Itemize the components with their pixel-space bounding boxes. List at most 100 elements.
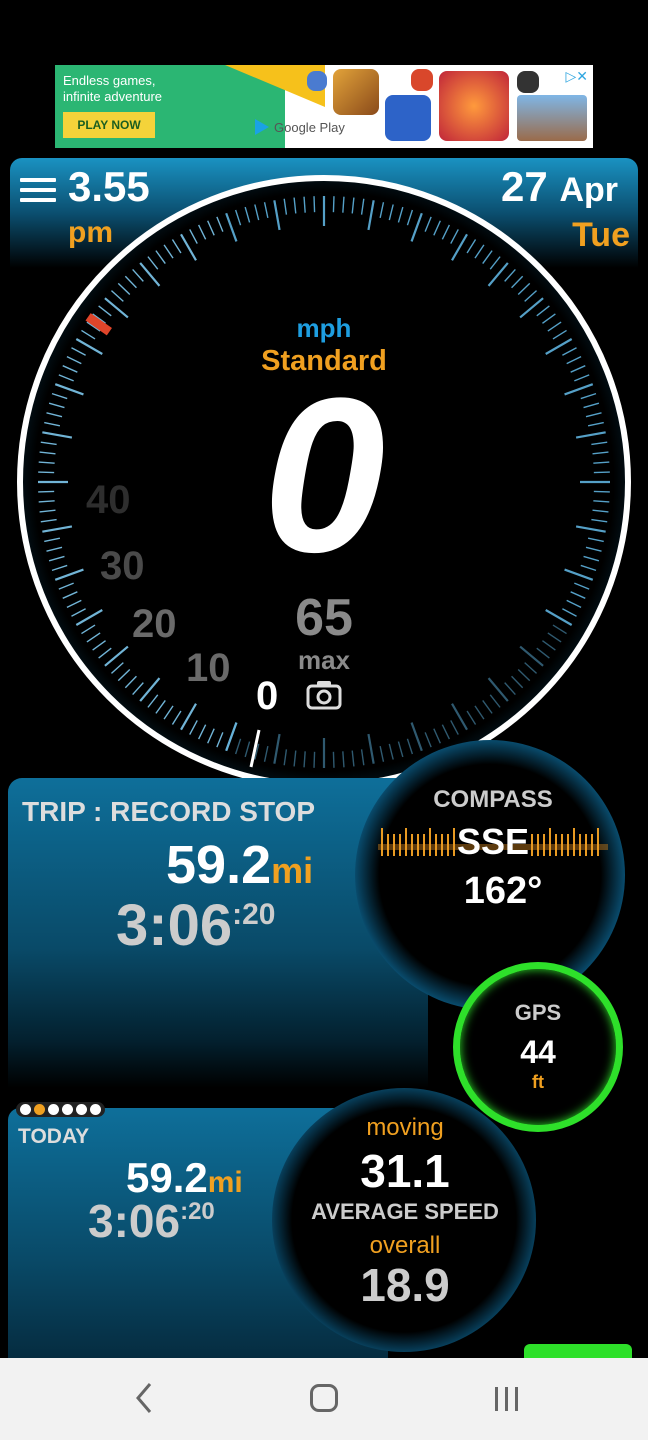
google-play-label: Google Play bbox=[274, 119, 345, 135]
clock-ampm: pm bbox=[68, 216, 113, 249]
date-weekday: Tue bbox=[572, 216, 630, 254]
gps-unit: ft bbox=[532, 1072, 544, 1092]
menu-icon[interactable] bbox=[20, 178, 56, 204]
speed-unit[interactable]: mph bbox=[0, 313, 648, 344]
speed-tick bbox=[216, 216, 224, 232]
speed-tick bbox=[132, 682, 144, 696]
google-play-badge: Google Play bbox=[255, 119, 345, 135]
speed-tick bbox=[189, 229, 198, 244]
app-icon-pokemon bbox=[385, 95, 431, 141]
date-day: 27 bbox=[501, 163, 548, 210]
speed-tick bbox=[482, 250, 493, 264]
scale-label-40: 40 bbox=[86, 478, 131, 522]
today-time: 3:06:20 bbox=[88, 1194, 215, 1248]
speed-tick bbox=[171, 710, 182, 725]
speed-tick bbox=[332, 751, 335, 768]
speed-tick bbox=[504, 682, 516, 696]
speed-tick bbox=[117, 282, 131, 295]
speed-tick bbox=[273, 200, 281, 231]
app-icon-roblox bbox=[517, 95, 587, 141]
speed-tick bbox=[474, 705, 485, 720]
speed-tick bbox=[263, 745, 269, 762]
speed-tick bbox=[244, 206, 251, 223]
speed-tick bbox=[351, 750, 355, 767]
max-speed-label: max bbox=[297, 645, 351, 675]
scale-label-0: 0 bbox=[256, 674, 279, 718]
speed-tick bbox=[155, 250, 166, 264]
speed-tick bbox=[132, 268, 144, 282]
speed-tick bbox=[433, 220, 441, 236]
scale-label-20: 20 bbox=[132, 602, 177, 646]
speed-tick bbox=[124, 275, 137, 289]
overall-average-value: 18.9 bbox=[360, 1259, 450, 1311]
speed-tick bbox=[511, 275, 524, 289]
app-icon-clash bbox=[333, 69, 379, 115]
trip-time-main: 3:06 bbox=[116, 893, 233, 958]
speed-tick bbox=[234, 738, 242, 755]
recent-apps-icon[interactable] bbox=[492, 1385, 522, 1413]
page-dot[interactable] bbox=[34, 1104, 45, 1115]
speed-tick bbox=[225, 212, 238, 242]
trip-label[interactable]: TRIP : RECORD STOP bbox=[22, 796, 315, 828]
speed-tick bbox=[293, 197, 297, 214]
home-icon[interactable] bbox=[310, 1384, 338, 1412]
speed-tick bbox=[410, 212, 423, 242]
speed-tick bbox=[189, 720, 198, 735]
page-dot[interactable] bbox=[48, 1104, 59, 1115]
speed-tick bbox=[406, 738, 414, 755]
speed-tick bbox=[342, 751, 345, 768]
speed-tick bbox=[263, 202, 269, 219]
speed-tick bbox=[388, 743, 394, 760]
trip-distance-value: 59.2 bbox=[166, 835, 272, 895]
speed-tick bbox=[524, 290, 538, 302]
overall-label: overall bbox=[369, 1232, 441, 1259]
gps-value: 44 bbox=[520, 1034, 556, 1070]
speed-tick bbox=[489, 694, 501, 708]
speed-tick bbox=[147, 694, 159, 708]
scale-label-10: 10 bbox=[186, 646, 231, 690]
speed-tick bbox=[171, 239, 182, 254]
speed-tick bbox=[388, 204, 394, 221]
app-icon-small-1 bbox=[307, 71, 327, 91]
speed-tick bbox=[163, 244, 174, 259]
today-time-seconds: :20 bbox=[180, 1198, 215, 1225]
speed-tick bbox=[303, 196, 306, 213]
speed-tick bbox=[234, 209, 242, 226]
speed-tick bbox=[367, 733, 375, 764]
camera-icon[interactable] bbox=[306, 678, 342, 710]
speed-tick bbox=[424, 732, 432, 748]
speed-tick bbox=[254, 204, 260, 221]
speed-tick bbox=[441, 724, 451, 740]
page-dot[interactable] bbox=[90, 1104, 101, 1115]
speed-tick bbox=[487, 262, 509, 287]
speed-tick bbox=[397, 206, 404, 223]
clock-time: 3.55 bbox=[68, 163, 150, 210]
speed-tick bbox=[474, 244, 485, 259]
page-dot[interactable] bbox=[20, 1104, 31, 1115]
page-dot[interactable] bbox=[76, 1104, 87, 1115]
speed-tick bbox=[207, 728, 215, 744]
scale-label-30: 30 bbox=[100, 544, 145, 588]
speed-tick bbox=[360, 198, 365, 215]
ad-banner[interactable]: Endless games, infinite adventure PLAY N… bbox=[55, 65, 593, 148]
speed-tick bbox=[424, 216, 432, 232]
back-icon[interactable] bbox=[130, 1380, 160, 1416]
speed-tick bbox=[379, 202, 385, 219]
speed-tick bbox=[283, 198, 288, 215]
compass-label: COMPASS bbox=[433, 786, 553, 813]
page-dot[interactable] bbox=[62, 1104, 73, 1115]
speed-tick bbox=[303, 751, 306, 768]
compass-degrees: 162° bbox=[463, 870, 543, 912]
ad-play-now-button[interactable]: PLAY NOW bbox=[63, 112, 155, 138]
speed-tick bbox=[466, 710, 477, 725]
compass-heading: SSE bbox=[456, 821, 530, 862]
page-indicator[interactable] bbox=[16, 1102, 105, 1117]
ad-headline: Endless games, infinite adventure bbox=[63, 73, 163, 104]
moving-average-value: 31.1 bbox=[360, 1145, 450, 1197]
speed-tick bbox=[313, 751, 316, 768]
speed-tick bbox=[517, 282, 531, 295]
ad-close-icon[interactable]: ▷✕ bbox=[566, 68, 589, 85]
speed-tick bbox=[225, 722, 238, 752]
speed-tick bbox=[511, 675, 524, 689]
speed-tick bbox=[504, 268, 516, 282]
